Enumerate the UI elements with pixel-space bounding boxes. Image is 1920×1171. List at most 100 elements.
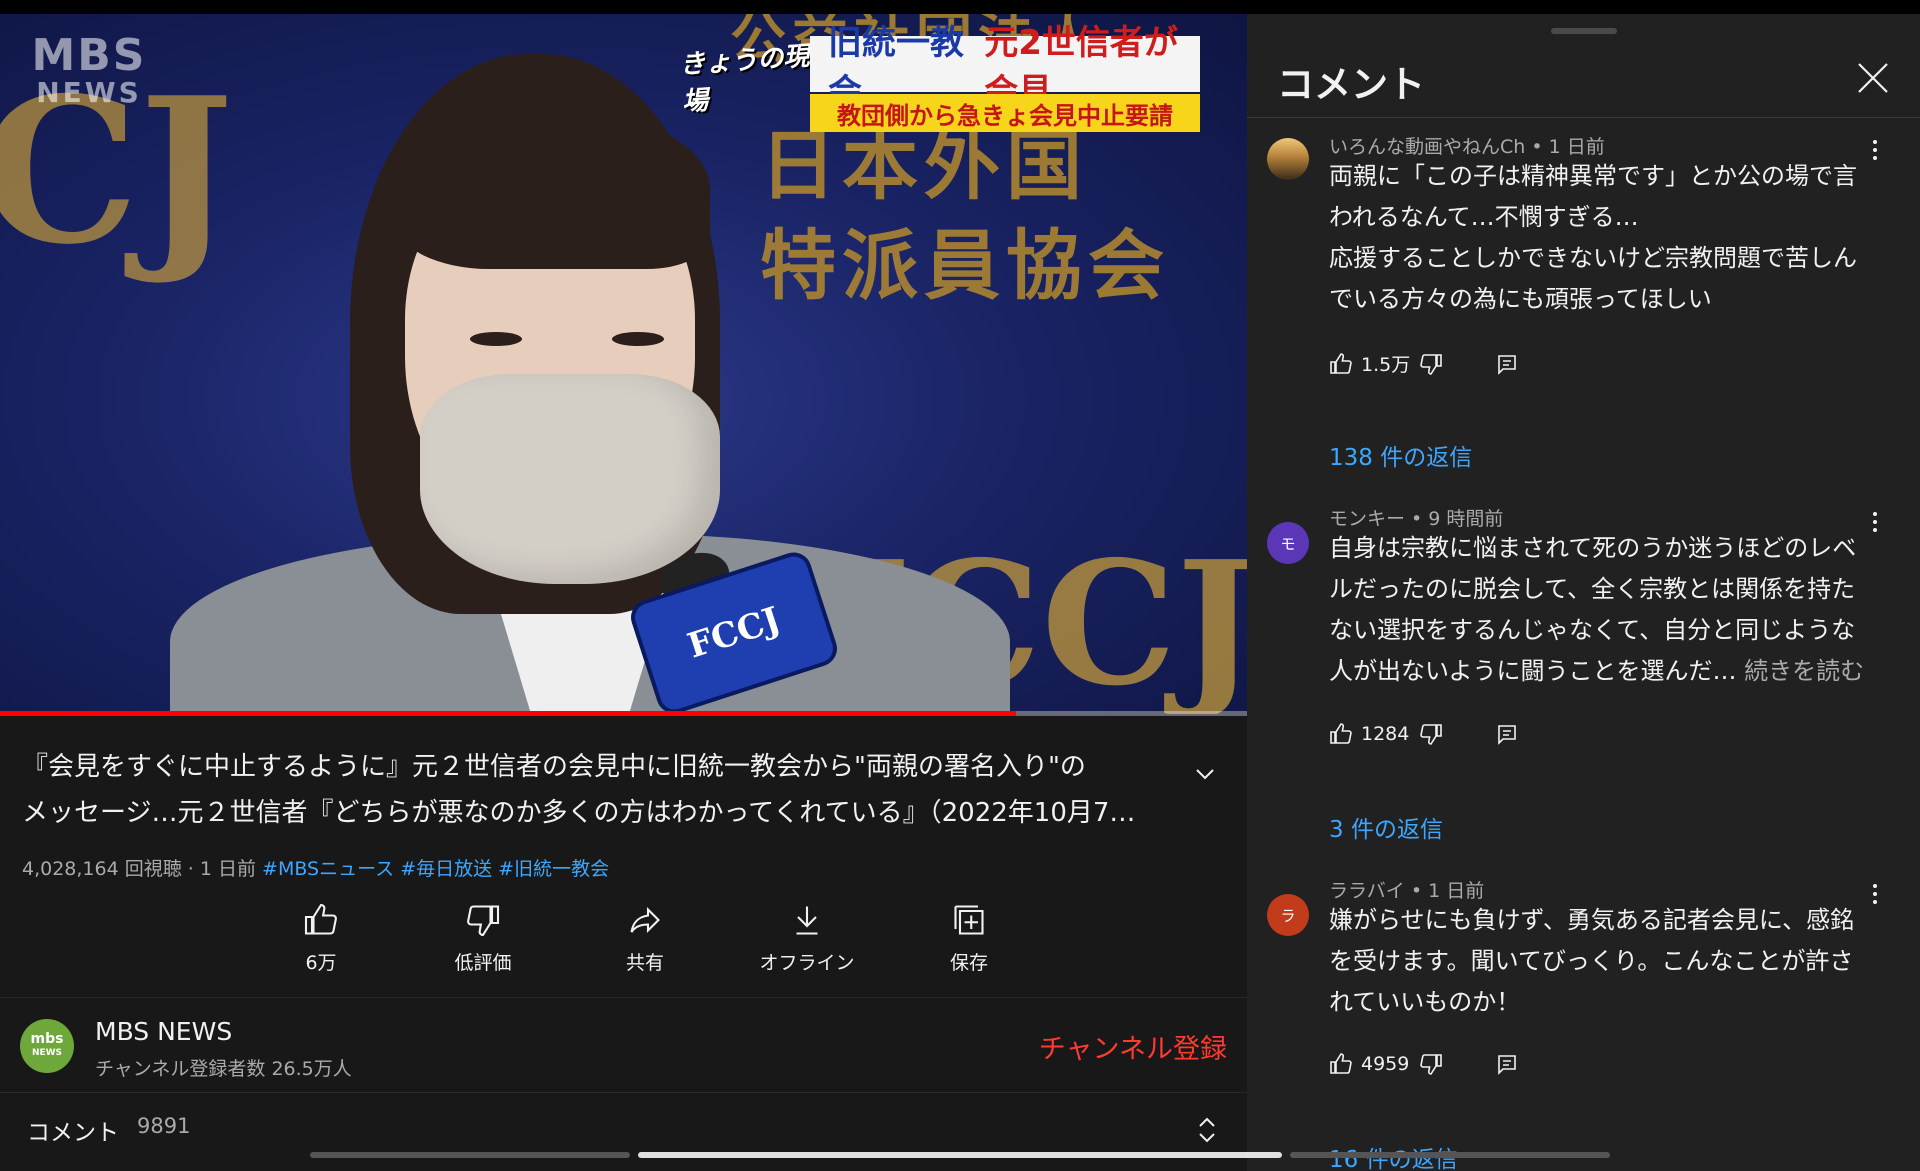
watermark-top: MBS [31,30,147,81]
comment-line: を受けます。聞いてびっくり。こんなことが許さ [1329,947,1854,975]
comment-like-count: 1.5万 [1361,354,1411,376]
person-mask [420,374,720,584]
action-bar: 6万 低評価 共有 オフライン 保存 [240,902,1050,975]
reply-icon[interactable] [1495,1052,1519,1076]
chevron-down-icon[interactable] [1193,762,1217,786]
hashtag-link[interactable]: #旧統一教会 [498,858,609,880]
video-title-line-1: 『会見をすぐに中止するように』元２世信者の会見中に旧統一教会から"両親の署名入り… [22,752,1086,782]
thumb-up-icon[interactable] [1329,722,1353,746]
like-count: 6万 [305,952,337,974]
comments-label: コメント [27,1120,119,1146]
comment-line: 人が出ないように闘うことを選んだ… 続きを読む [1329,651,1864,692]
reply-icon[interactable] [1495,722,1519,746]
comment-author-meta[interactable]: モンキー • 9 時間前 [1329,504,1503,531]
comment-line: 嫌がらせにも負けず、勇気ある記者会見に、感銘 [1329,906,1855,934]
more-vert-icon[interactable] [1871,138,1879,162]
channel-row[interactable]: mbs NEWS MBS NEWS チャンネル登録者数 26.5万人 チャンネル… [0,999,1247,1092]
close-icon[interactable] [1855,60,1891,96]
thumb-down-icon[interactable] [1419,722,1443,746]
comments-panel: コメント いろんな動画やねんCh • 1 日前 両親に「この子は精神異常です」と… [1247,14,1920,1171]
download-icon [796,906,818,935]
comment-avatar[interactable]: モ [1267,522,1309,564]
comment-like-count: 4959 [1361,1053,1410,1075]
comment-line: 人が出ないように闘うことを選んだ… [1329,657,1737,685]
person-bangs [395,109,710,269]
comment-like-count: 1284 [1361,723,1410,745]
comment-actions: 1284 [1329,722,1519,746]
download-button[interactable]: オフライン [726,902,888,975]
hashtag-link[interactable]: #MBSニュース [262,858,394,880]
comment-actions: 1.5万 [1329,350,1519,377]
panel-title: コメント [1277,63,1425,106]
dislike-button[interactable]: 低評価 [402,902,564,975]
video-meta: 4,028,164 回視聴 · 1 日前 #MBSニュース #毎日放送 #旧統一… [22,854,609,881]
video-title[interactable]: 『会見をすぐに中止するように』元２世信者の会見中に旧統一教会から"両親の署名入り… [22,744,1172,836]
comment-line: 両親に「この子は精神異常です」とか公の場で言 [1329,162,1857,190]
save-button[interactable]: 保存 [888,902,1050,975]
thumb-down-icon[interactable] [1419,1052,1443,1076]
scroll-indicator [310,1152,630,1158]
comment-text: 嫌がらせにも負けず、勇気ある記者会見に、感銘 を受けます。聞いてびっくり。こんな… [1329,900,1859,1023]
comment-author-meta[interactable]: いろんな動画やねんCh • 1 日前 [1329,132,1605,159]
watermark-bottom: NEWS [36,76,142,109]
comment-text: 両親に「この子は精神異常です」とか公の場で言 われるなんて…不憫すぎる… 応援す… [1329,156,1859,320]
comment-line: でいる方々の為にも頑張ってほしい [1329,285,1712,313]
comment-line: ない選択をするんじゃなくて、自分と同じような [1329,616,1856,644]
share-button[interactable]: 共有 [564,902,726,975]
comment-actions: 4959 [1329,1052,1519,1076]
video-player[interactable]: CJ 公益社団法人 日本外国 特派員協会 FCCJ FCCJ MBS NEWS … [0,14,1247,714]
comment-line: れていいものか！ [1329,988,1521,1016]
channel-avatar-top: mbs [30,1031,64,1047]
drag-handle[interactable] [1551,28,1617,34]
banner-headline: 旧統一教会 元2世信者が会見 [810,23,1200,112]
more-vert-icon[interactable] [1871,510,1879,534]
thumb-up-icon[interactable] [1329,1052,1353,1076]
channel-watermark-logo: MBS NEWS [24,34,154,108]
scroll-indicator [1290,1152,1610,1158]
reply-icon[interactable] [1495,352,1519,376]
share-label: 共有 [625,952,664,974]
divider [1247,117,1920,118]
thumb-down-icon[interactable] [1419,352,1443,376]
banner-subheadline: 教団側から急きょ会見中止要請 [810,94,1200,132]
person-eye-right [612,332,664,346]
system-status-bar [0,0,1920,14]
video-progress-fill [0,711,1017,716]
hashtag-link[interactable]: #毎日放送 [400,858,492,880]
replies-link[interactable]: 138 件の返信 [1329,438,1472,472]
subscriber-count: チャンネル登録者数 26.5万人 [95,1058,352,1080]
save-playlist-icon [954,905,984,935]
thumb-up-icon [304,903,337,935]
channel-name[interactable]: MBS NEWS [95,1017,232,1046]
subscribe-button[interactable]: チャンネル登録 [1039,1027,1227,1066]
channel-avatar-bottom: NEWS [31,1048,63,1058]
read-more-link[interactable]: 続きを読む [1744,657,1864,685]
like-button[interactable]: 6万 [240,902,402,975]
video-pane: CJ 公益社団法人 日本外国 特派員協会 FCCJ FCCJ MBS NEWS … [0,14,1247,1171]
comment-author-meta[interactable]: ララバイ • 1 日前 [1329,876,1484,903]
comment-line: 自身は宗教に悩まされて死のうか迷うほどのレベ [1329,534,1857,562]
thumb-up-icon[interactable] [1329,352,1353,376]
unfold-icon[interactable] [1194,1115,1220,1145]
wall-text-3: 特派員協会 [760,221,1170,310]
channel-avatar[interactable]: mbs NEWS [20,1019,74,1073]
download-label: オフライン [759,952,855,974]
share-icon [630,906,660,934]
comment-avatar[interactable]: ラ [1267,894,1309,936]
thumb-down-icon [467,905,500,937]
person-eye-left [470,332,522,346]
scroll-indicator-active[interactable] [638,1152,1282,1158]
video-title-line-2: メッセージ…元２世信者『どちらが悪なのか多くの方はわかってくれている』（2022… [22,798,1136,828]
comment-text: 自身は宗教に悩まされて死のうか迷うほどのレベ ルだったのに脱会して、全く宗教とは… [1329,528,1864,692]
replies-link[interactable]: 3 件の返信 [1329,810,1443,844]
view-count: 4,028,164 回視聴 · 1 日前 [22,858,256,880]
banner-program: きょうの現場 [678,41,811,118]
mic-label: FCCJ [682,599,786,667]
comment-avatar[interactable] [1267,138,1309,180]
dislike-label: 低評価 [454,952,512,974]
video-progress-bar[interactable] [0,711,1247,716]
comments-count: 9891 [137,1114,191,1138]
divider [0,997,1247,998]
more-vert-icon[interactable] [1871,882,1879,906]
comment-line: われるなんて…不憫すぎる… [1329,203,1639,231]
